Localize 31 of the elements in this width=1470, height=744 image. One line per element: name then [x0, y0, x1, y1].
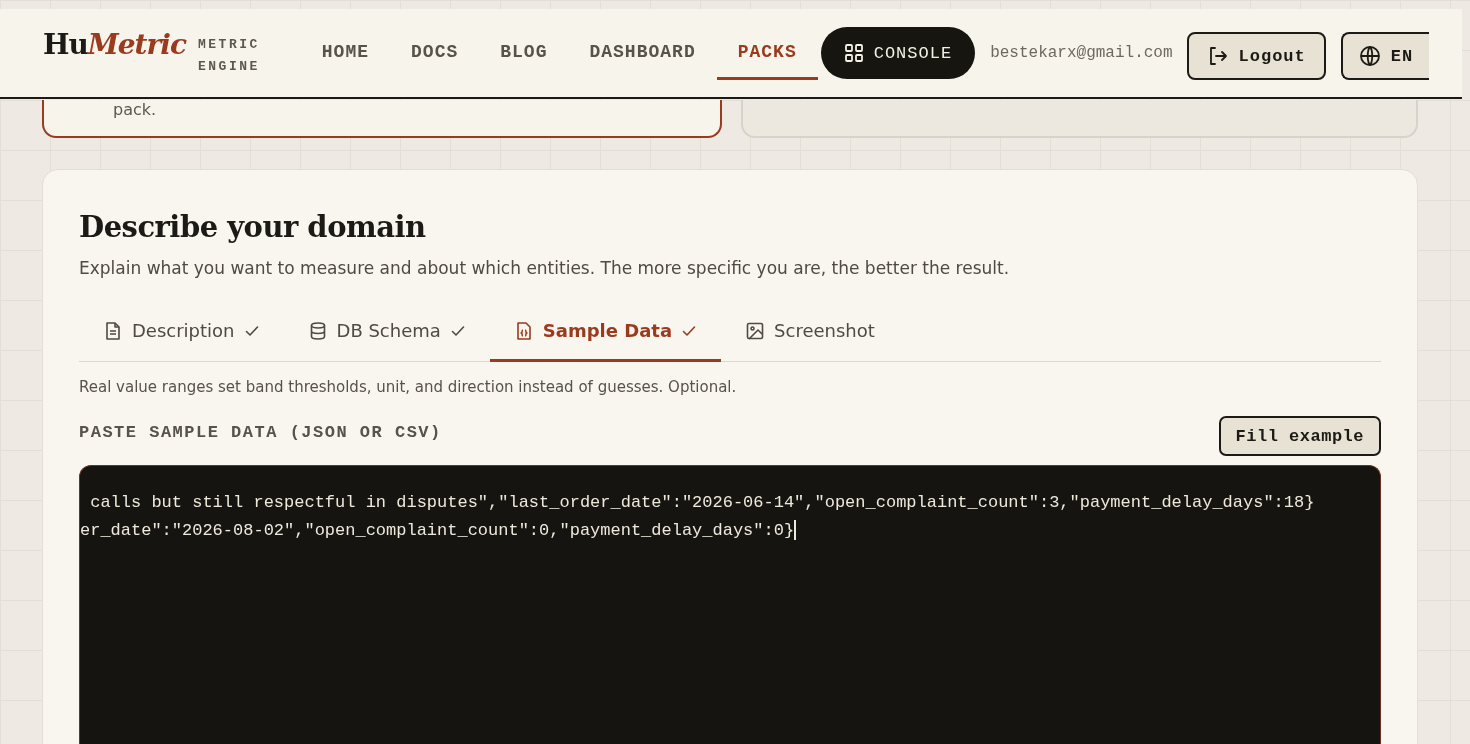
tagline: ENGINE — [198, 58, 260, 76]
document-icon — [103, 320, 123, 341]
code-line: er_date":"2026-08-02","open_complaint_count":0,"payment_delay_days":0} — [80, 520, 795, 540]
tab[interactable]: DB Schema — [283, 304, 490, 362]
globe-icon — [1358, 45, 1381, 67]
logo[interactable]: HuMetric — [43, 28, 186, 61]
nav-link[interactable]: HOME — [307, 9, 391, 80]
user-email: bestekarx@gmail.com — [990, 44, 1173, 62]
console-button[interactable]: CONSOLE — [820, 27, 976, 79]
section-title: Describe your domain — [79, 210, 427, 244]
pack-card[interactable]: pack. — [42, 100, 722, 138]
help-text: Real value ranges set band thresholds, unit, and direction instead of guesses. Optional. — [79, 378, 738, 396]
sample-data-field[interactable]: calls but still respectful in disputes","last_order_date":"2026-06-14","open_complaint_count":3,"payment_delay_days":18} er_date":"2026-08-02","open_complaint_count":0,"payment_delay_days":0} — [79, 465, 1381, 744]
nav-link[interactable]: BLOG — [479, 9, 569, 80]
tagline: METRIC — [198, 36, 260, 54]
code-line: calls but still respectful in disputes","last_order_date":"2026-06-14","open_complaint_count":3,"payment_delay_days":18} — [89, 492, 1315, 512]
grid-icon — [843, 43, 864, 63]
text-cursor — [794, 520, 797, 540]
section-subtitle: Explain what you want to measure and about which entities. The more specific you are, the better the result. — [79, 258, 1011, 278]
tab[interactable]: Screenshot — [721, 304, 899, 362]
nav-link[interactable]: PACKS — [716, 9, 818, 80]
image-icon — [745, 320, 766, 341]
field-label: PASTE SAMPLE DATA (JSON OR CSV) — [79, 422, 442, 442]
fill-example-button[interactable]: Fill example — [1218, 416, 1381, 456]
nav-link[interactable]: DASHBOARD — [568, 9, 717, 80]
tab[interactable]: Description — [79, 304, 284, 362]
pack-card[interactable] — [741, 100, 1418, 138]
language-button[interactable]: EN — [1340, 32, 1430, 80]
tab[interactable]: Sample Data — [489, 304, 722, 362]
logout-button[interactable]: Logout — [1186, 32, 1326, 80]
nav-link[interactable]: DOCS — [390, 9, 480, 80]
